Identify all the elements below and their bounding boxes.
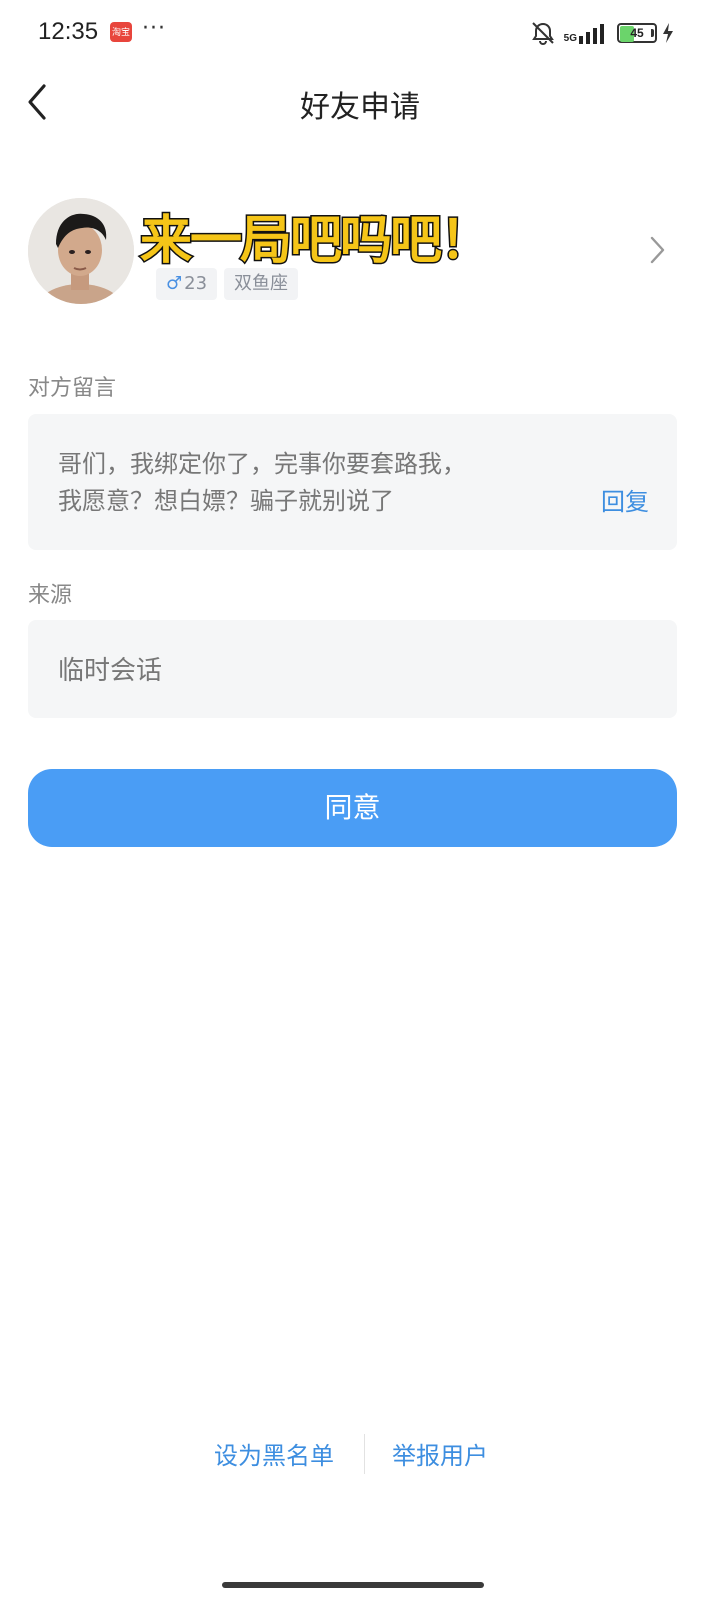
charging-icon — [663, 23, 673, 43]
caption-overlay: 来一局吧吗吧！ — [138, 210, 493, 273]
message-text: 哥们，我绑定你了，完事你要套路我， 我愿意？想白嫖？骗子就别说了 — [58, 446, 578, 520]
agree-button[interactable]: 同意 — [28, 769, 677, 847]
source-section-label: 来源 — [28, 583, 73, 608]
network-type: 5G — [563, 33, 577, 44]
profile-detail-button[interactable] — [646, 234, 668, 266]
message-section-label: 对方留言 — [28, 376, 117, 401]
source-value: 临时会话 — [58, 656, 163, 686]
zodiac-tag: 双鱼座 — [224, 268, 298, 300]
message-line: 哥们，我绑定你了，完事你要套路我， — [58, 450, 466, 478]
source-box: 临时会话 — [28, 620, 677, 718]
network-indicator: 5G — [564, 22, 609, 44]
page-title: 好友申请 — [300, 90, 420, 125]
avatar[interactable] — [28, 198, 134, 304]
more-notifications-icon: ··· — [142, 16, 166, 41]
taobao-app-icon: 淘宝 — [110, 22, 132, 42]
home-indicator[interactable] — [222, 1582, 484, 1588]
status-bar: 12:35 淘宝 ··· 5G 45 — [0, 0, 720, 66]
signal-icon — [579, 24, 604, 44]
report-user-button[interactable]: 举报用户 — [392, 1436, 488, 1471]
age-value: 23 — [184, 273, 208, 294]
chevron-right-icon — [650, 236, 665, 264]
bell-muted-icon — [531, 22, 554, 46]
message-box: 哥们，我绑定你了，完事你要套路我， 我愿意？想白嫖？骗子就别说了 回复 — [28, 414, 677, 550]
avatar-image — [28, 198, 134, 304]
battery-icon: 45 — [617, 23, 657, 43]
male-icon: ♂ — [166, 273, 183, 294]
blacklist-button[interactable]: 设为黑名单 — [214, 1436, 334, 1471]
status-time: 12:35 — [38, 18, 99, 45]
status-indicators: 5G 45 — [530, 20, 674, 46]
reply-button[interactable]: 回复 — [601, 482, 649, 517]
divider — [364, 1434, 365, 1474]
battery-level: 45 — [630, 26, 644, 40]
bottom-actions: 设为黑名单 举报用户 — [0, 1432, 720, 1476]
message-line: 我愿意？想白嫖？骗子就别说了 — [58, 487, 394, 515]
gender-age-tag: ♂ 23 — [156, 268, 218, 300]
